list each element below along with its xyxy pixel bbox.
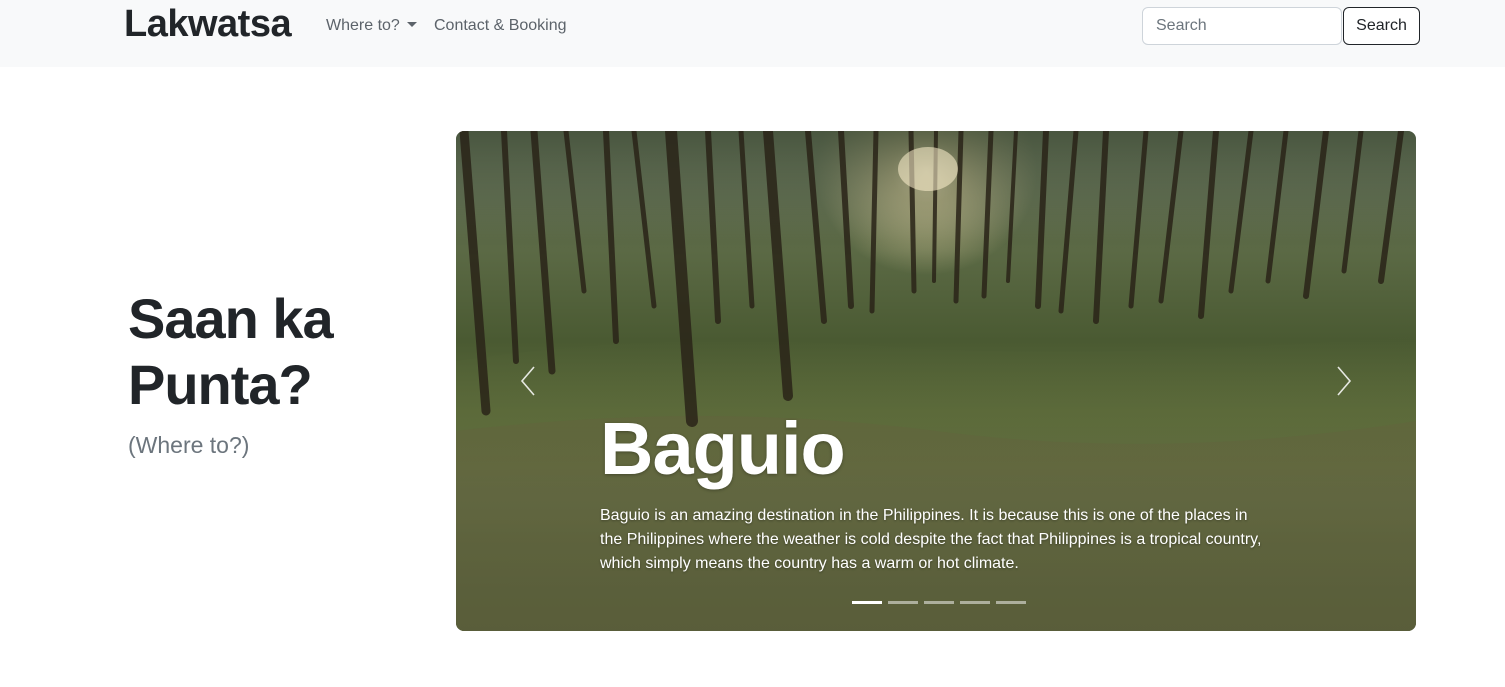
hero-title: Saan ka Punta? bbox=[128, 287, 334, 416]
hero-subtitle: (Where to?) bbox=[128, 432, 250, 458]
carousel-indicator[interactable] bbox=[996, 601, 1026, 604]
chevron-left-icon bbox=[520, 366, 535, 396]
carousel-indicator[interactable] bbox=[960, 601, 990, 604]
search-button[interactable]: Search bbox=[1343, 7, 1420, 45]
carousel-indicator[interactable] bbox=[852, 601, 882, 604]
nav-where-to-label: Where to? bbox=[326, 17, 400, 34]
destination-carousel: Baguio Baguio is an amazing destination … bbox=[456, 131, 1416, 631]
nav-contact-booking[interactable]: Contact & Booking bbox=[434, 15, 567, 37]
chevron-right-icon bbox=[1337, 366, 1352, 396]
carousel-next-button[interactable] bbox=[1324, 361, 1364, 401]
navbar: Lakwatsa Where to? Contact & Booking Sea… bbox=[0, 0, 1505, 67]
carousel-indicator[interactable] bbox=[888, 601, 918, 604]
caret-down-icon bbox=[406, 22, 417, 27]
carousel-prev-button[interactable] bbox=[508, 361, 548, 401]
search-input[interactable] bbox=[1142, 7, 1342, 45]
carousel-indicators bbox=[849, 601, 1029, 607]
brand-logo[interactable]: Lakwatsa bbox=[124, 2, 292, 46]
nav-where-to-dropdown[interactable]: Where to? bbox=[326, 15, 417, 37]
carousel-indicator[interactable] bbox=[924, 601, 954, 604]
slide-title: Baguio bbox=[600, 407, 846, 490]
slide-description: Baguio is an amazing destination in the … bbox=[600, 507, 1262, 572]
